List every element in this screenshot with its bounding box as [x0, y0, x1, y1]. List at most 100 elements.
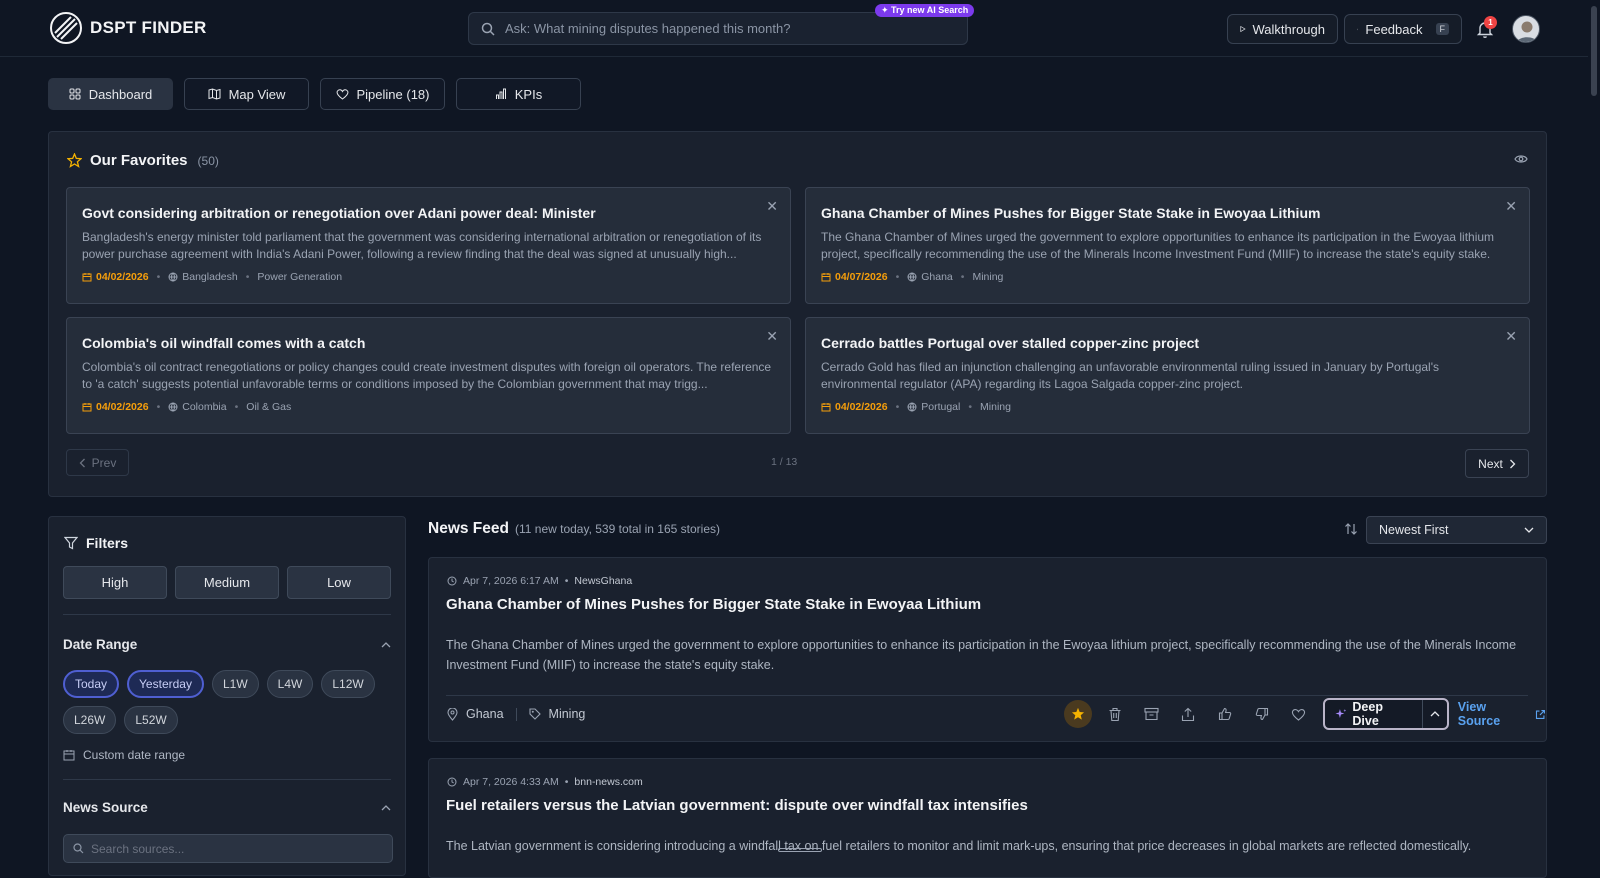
- separator-dot: •: [960, 271, 965, 283]
- date-range-header[interactable]: Date Range: [63, 637, 391, 652]
- tab-dashboard[interactable]: Dashboard: [48, 78, 173, 110]
- card-date-text: 04/02/2026: [96, 401, 149, 413]
- close-icon[interactable]: ✕: [1505, 198, 1517, 215]
- card-title[interactable]: Cerrado battles Portugal over stalled co…: [821, 335, 1514, 351]
- card-country: Bangladesh: [168, 271, 238, 283]
- scrollbar-thumb[interactable]: [1591, 6, 1597, 96]
- brand[interactable]: DSPT FINDER: [50, 12, 207, 44]
- archive-button[interactable]: [1133, 698, 1170, 730]
- user-avatar-icon: [1516, 21, 1538, 42]
- date-chip-l1w[interactable]: L1W: [211, 670, 259, 698]
- feedback-button[interactable]: Feedback F: [1344, 14, 1462, 44]
- story-title[interactable]: Fuel retailers versus the Latvian govern…: [446, 797, 1028, 814]
- news-story-card: Apr 7, 2026 4:33 AM • bnn-news.com Fuel …: [428, 758, 1547, 878]
- tab-label: Dashboard: [88, 86, 153, 102]
- chevron-left-icon: [79, 458, 85, 467]
- chat-icon: [1357, 28, 1359, 30]
- star-filled-icon: [1071, 707, 1084, 720]
- favorite-star-button[interactable]: [1064, 700, 1092, 728]
- close-icon[interactable]: ✕: [766, 328, 778, 345]
- favorites-header: Our Favorites (50): [67, 152, 219, 169]
- card-sector: Oil & Gas: [246, 401, 292, 413]
- priority-high-button[interactable]: High: [63, 566, 167, 599]
- delete-button[interactable]: [1097, 698, 1134, 730]
- page-indicator: 1 / 13: [771, 456, 798, 468]
- story-time: Apr 7, 2026 6:17 AM: [463, 575, 559, 587]
- sort-icon[interactable]: [1344, 522, 1358, 536]
- thumbs-down-button[interactable]: [1243, 698, 1280, 730]
- separator-dot: •: [895, 401, 900, 413]
- card-country-text: Portugal: [921, 401, 961, 413]
- globe-icon: [168, 272, 178, 282]
- priority-medium-button[interactable]: Medium: [175, 566, 279, 599]
- favorites-panel: Our Favorites (50) Govt considering arbi…: [48, 131, 1547, 497]
- source-search-input[interactable]: [91, 841, 381, 856]
- card-title[interactable]: Colombia's oil windfall comes with a cat…: [82, 335, 775, 351]
- card-country-text: Bangladesh: [182, 271, 238, 283]
- news-source-title: News Source: [63, 800, 148, 815]
- story-sector[interactable]: Mining: [549, 707, 586, 721]
- favorite-card[interactable]: Colombia's oil windfall comes with a cat…: [66, 317, 791, 434]
- share-button[interactable]: [1170, 698, 1207, 730]
- news-feed-subtitle: (11 new today, 539 total in 165 stories): [514, 522, 720, 536]
- tab-pipeline[interactable]: Pipeline (18): [320, 78, 445, 110]
- date-chip-l26w[interactable]: L26W: [63, 706, 117, 734]
- ai-search-badge[interactable]: ✦ Try new AI Search: [875, 4, 975, 17]
- card-meta: 04/02/2026 • Colombia • Oil & Gas: [82, 401, 775, 413]
- source-search-box[interactable]: [63, 834, 393, 863]
- date-chip-l52w[interactable]: L52W: [124, 706, 178, 734]
- date-chip-l4w[interactable]: L4W: [266, 670, 314, 698]
- news-story-card: Apr 7, 2026 6:17 AM • NewsGhana Ghana Ch…: [428, 557, 1547, 742]
- news-source-header[interactable]: News Source: [63, 800, 391, 815]
- tab-label: KPIs: [514, 86, 543, 102]
- thumbs-up-button[interactable]: [1207, 698, 1244, 730]
- view-tabs: Dashboard Map View Pipeline (18) KPIs: [48, 78, 581, 110]
- avatar[interactable]: [1512, 15, 1540, 43]
- favorite-card[interactable]: Cerrado battles Portugal over stalled co…: [805, 317, 1530, 434]
- story-time: Apr 7, 2026 4:33 AM: [463, 776, 559, 788]
- close-icon[interactable]: ✕: [766, 198, 778, 215]
- clock-icon: [447, 777, 457, 787]
- card-country: Portugal: [907, 401, 960, 413]
- view-source-link[interactable]: View Source: [1458, 700, 1546, 728]
- chevron-down-icon: [1524, 527, 1534, 533]
- story-title[interactable]: Ghana Chamber of Mines Pushes for Bigger…: [446, 596, 981, 613]
- date-chip-yesterday[interactable]: Yesterday: [127, 670, 204, 698]
- share-icon: [1182, 707, 1195, 721]
- search-input[interactable]: [505, 21, 945, 36]
- story-tags: Ghana Mining: [447, 707, 585, 721]
- card-date-text: 04/02/2026: [96, 271, 149, 283]
- save-to-pipeline-button[interactable]: [1280, 698, 1317, 730]
- custom-date-range[interactable]: Custom date range: [63, 748, 185, 762]
- favorite-card[interactable]: Ghana Chamber of Mines Pushes for Bigger…: [805, 187, 1530, 304]
- card-country-text: Ghana: [921, 271, 953, 283]
- deep-dive-button[interactable]: Deep Dive: [1325, 700, 1424, 728]
- scroll-indicator: [778, 848, 822, 852]
- page-scrollbar[interactable]: [1588, 0, 1600, 868]
- favorite-card[interactable]: Govt considering arbitration or renegoti…: [66, 187, 791, 304]
- walkthrough-label: Walkthrough: [1252, 21, 1326, 37]
- close-icon[interactable]: ✕: [1505, 328, 1517, 345]
- eye-icon[interactable]: [1514, 154, 1528, 164]
- heart-icon: [336, 89, 348, 100]
- deep-dive-menu-toggle[interactable]: [1423, 700, 1447, 728]
- next-button[interactable]: Next: [1465, 449, 1529, 478]
- sort-select[interactable]: Newest First: [1366, 516, 1547, 544]
- separator-dot: •: [156, 401, 161, 413]
- card-title[interactable]: Govt considering arbitration or renegoti…: [82, 205, 775, 221]
- date-chip-l12w[interactable]: L12W: [321, 670, 375, 698]
- card-date-text: 04/02/2026: [835, 401, 888, 413]
- card-meta: 04/02/2026 • Portugal • Mining: [821, 401, 1514, 413]
- card-title[interactable]: Ghana Chamber of Mines Pushes for Bigger…: [821, 205, 1514, 221]
- card-date: 04/02/2026: [82, 271, 149, 283]
- prev-button[interactable]: Prev: [66, 449, 129, 476]
- tab-map-view[interactable]: Map View: [184, 78, 309, 110]
- date-range-chips: Today Yesterday L1W L4W L12W L26W L52W: [63, 670, 393, 734]
- tab-label: Map View: [228, 86, 286, 102]
- story-country[interactable]: Ghana: [466, 707, 504, 721]
- date-chip-today[interactable]: Today: [63, 670, 120, 698]
- tab-kpis[interactable]: KPIs: [456, 78, 581, 110]
- walkthrough-button[interactable]: Walkthrough: [1227, 14, 1338, 44]
- play-icon: [1240, 25, 1246, 33]
- priority-low-button[interactable]: Low: [287, 566, 391, 599]
